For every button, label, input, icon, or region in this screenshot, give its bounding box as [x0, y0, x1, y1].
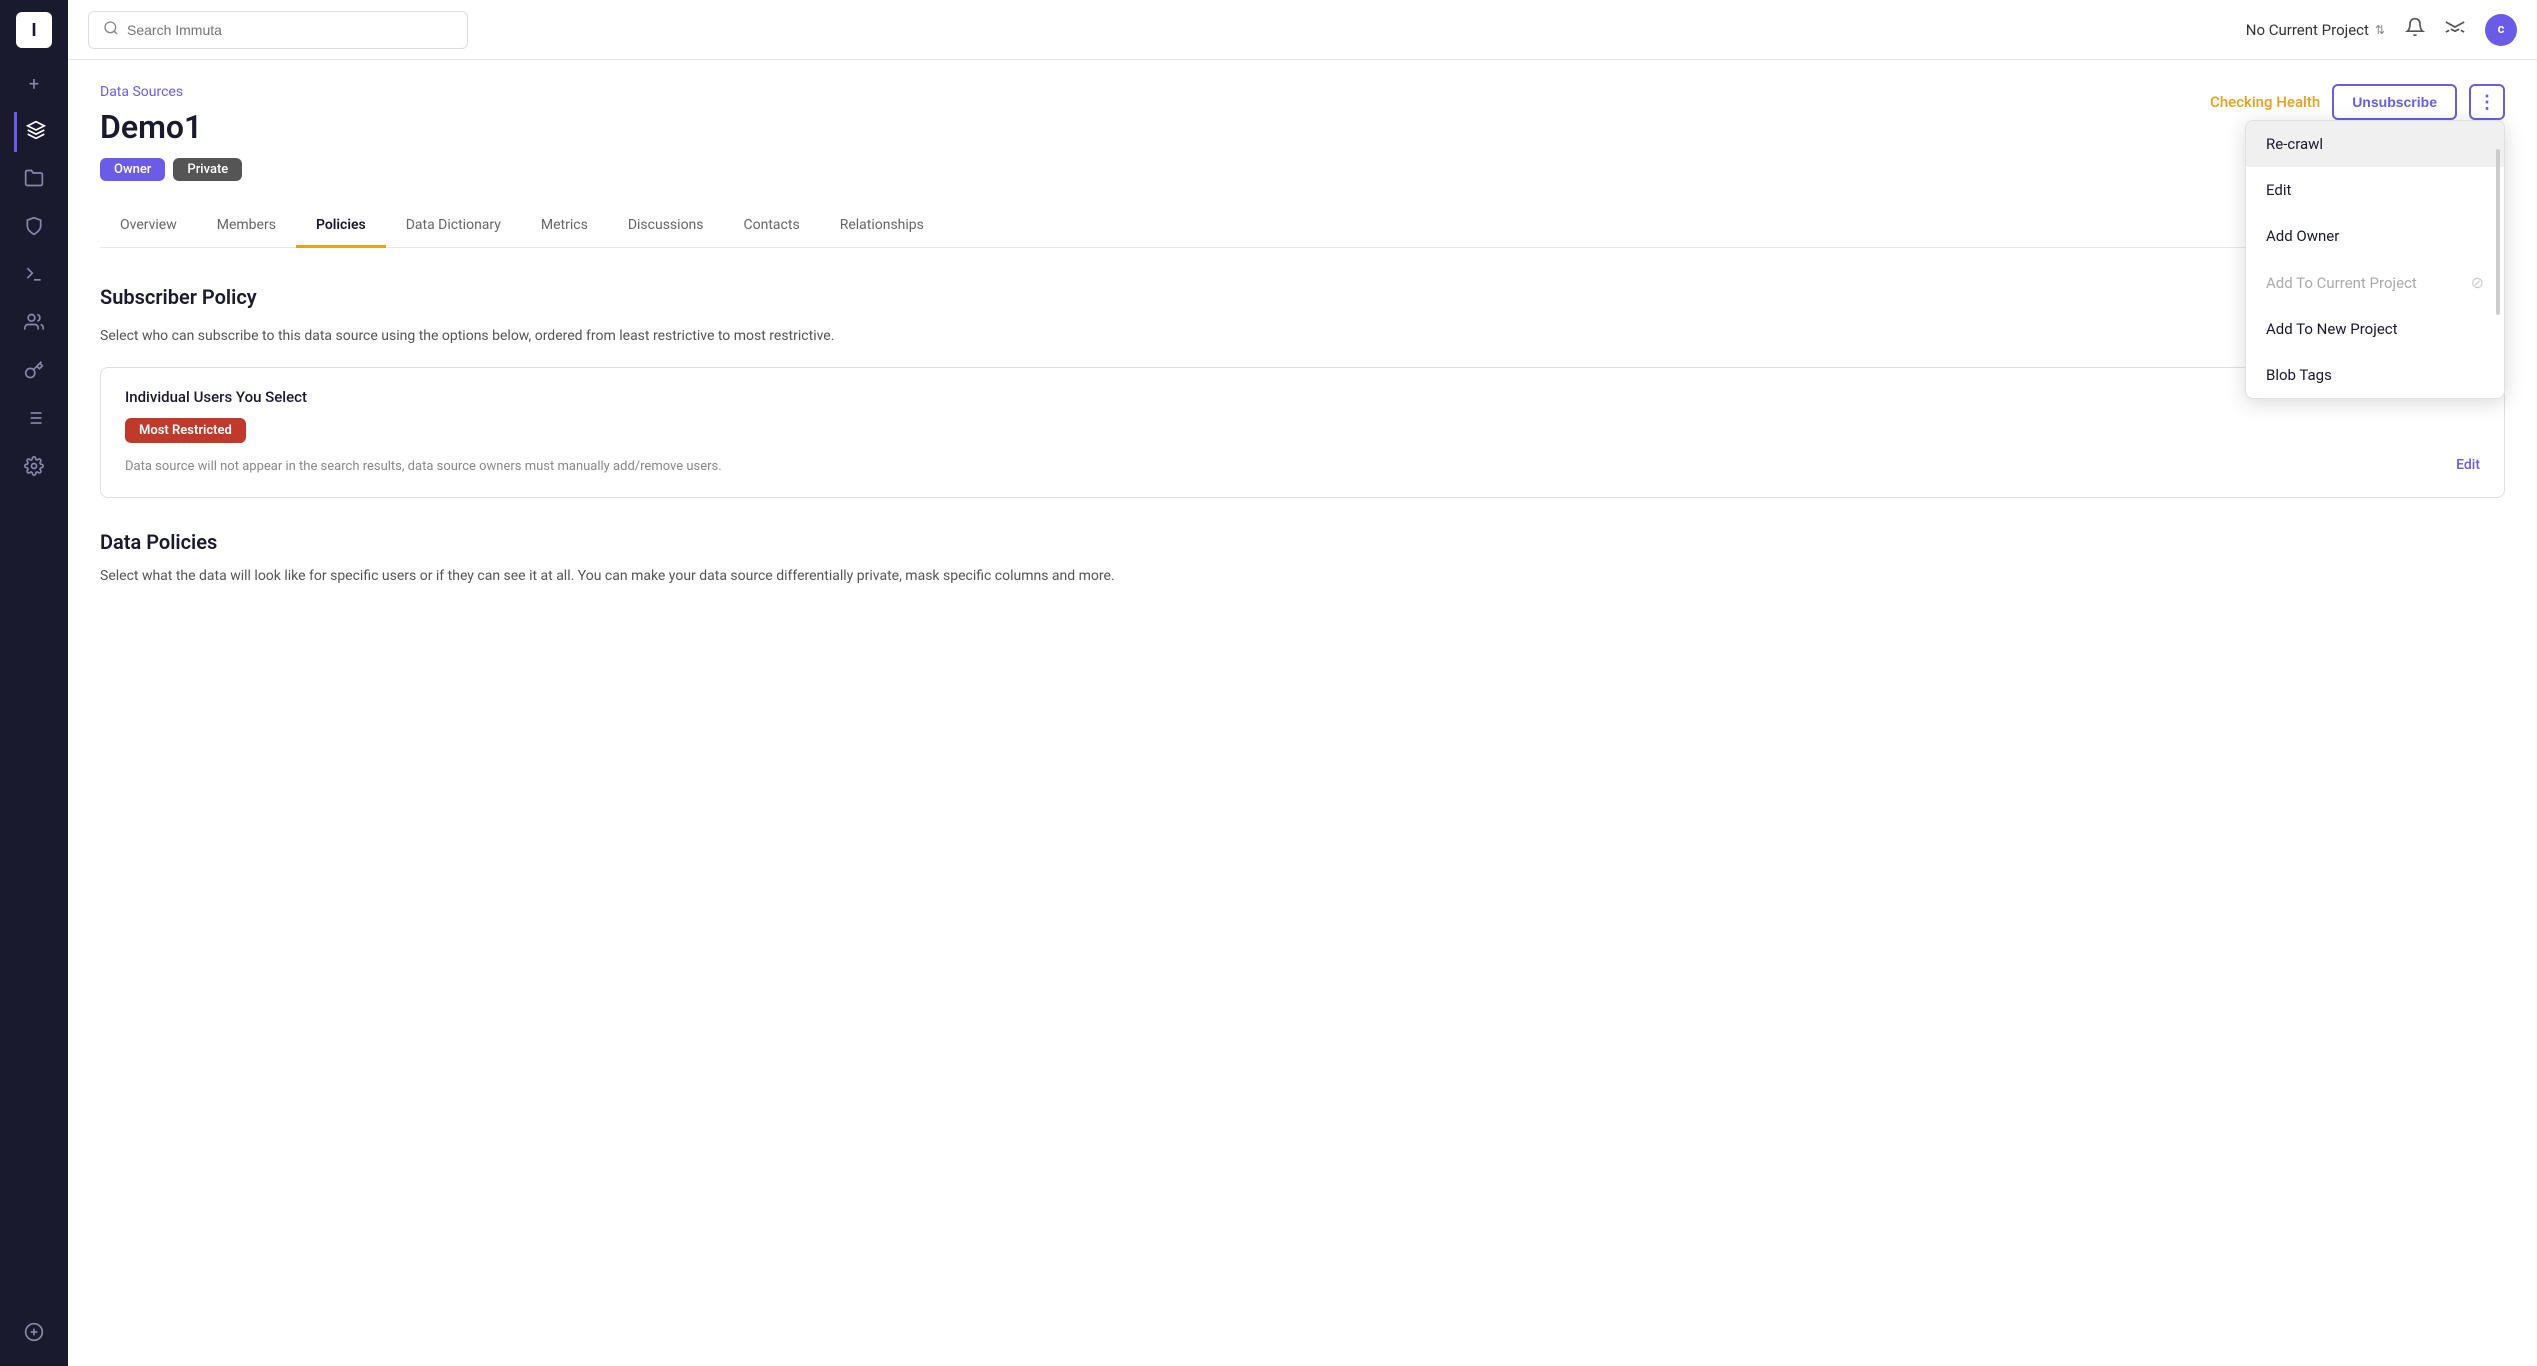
tab-discussions[interactable]: Discussions: [608, 205, 724, 248]
folder-icon: [24, 168, 44, 193]
dropdown-item-blob-tags[interactable]: Blob Tags: [2246, 352, 2504, 398]
unsubscribe-button[interactable]: Unsubscribe: [2332, 84, 2457, 120]
sidebar-logo[interactable]: I: [16, 12, 52, 48]
search-input[interactable]: [127, 22, 453, 38]
topbar: No Current Project ⇅ c: [68, 0, 2537, 60]
avatar[interactable]: c: [2485, 14, 2517, 46]
data-policies-desc: Select what the data will look like for …: [100, 566, 2505, 587]
page: Checking Health Unsubscribe ⋮ Data Sourc…: [68, 60, 2537, 1366]
search-icon: [103, 20, 119, 40]
sidebar-item-key[interactable]: [14, 352, 54, 392]
page-header-actions: Checking Health Unsubscribe ⋮: [2210, 84, 2505, 120]
project-selector[interactable]: No Current Project ⇅: [2246, 21, 2385, 39]
project-label: No Current Project: [2246, 21, 2369, 39]
sidebar: I +: [0, 0, 68, 1366]
breadcrumb[interactable]: Data Sources: [100, 84, 2505, 100]
disabled-circle-icon: ⊘: [2471, 273, 2484, 292]
subscriber-policy-header: Subscriber Policy Apply Existing: [100, 280, 2505, 314]
tabs: Overview Members Policies Data Dictionar…: [100, 205, 2505, 248]
policy-card-description: Data source will not appear in the searc…: [125, 457, 722, 477]
subscriber-policy-desc: Select who can subscribe to this data so…: [100, 326, 2505, 347]
terminal-icon: [24, 264, 44, 289]
tab-contacts[interactable]: Contacts: [724, 205, 820, 248]
sidebar-item-folder[interactable]: [14, 160, 54, 200]
add-to-current-project-label: Add To Current Project: [2266, 274, 2417, 292]
sidebar-item-plus-circle[interactable]: [14, 1314, 54, 1354]
dropdown-item-recrawl[interactable]: Re-crawl: [2246, 121, 2504, 167]
topbar-right: No Current Project ⇅ c: [2246, 14, 2517, 46]
dropdown-item-add-to-current-project: Add To Current Project ⊘: [2246, 259, 2504, 306]
dropdown-item-edit[interactable]: Edit: [2246, 167, 2504, 213]
checking-health-label: Checking Health: [2210, 93, 2320, 111]
sidebar-item-settings[interactable]: [14, 448, 54, 488]
owner-badge: Owner: [100, 158, 165, 181]
tab-metrics[interactable]: Metrics: [521, 205, 608, 248]
dropdown-item-add-to-new-project[interactable]: Add To New Project: [2246, 306, 2504, 352]
policy-card-footer: Data source will not appear in the searc…: [125, 457, 2480, 477]
tab-data-dictionary[interactable]: Data Dictionary: [386, 205, 521, 248]
list-icon: [24, 408, 44, 433]
badge-row: Owner Private: [100, 158, 2505, 181]
tab-members[interactable]: Members: [197, 205, 296, 248]
users-icon: [24, 312, 44, 337]
sidebar-item-add[interactable]: +: [14, 64, 54, 104]
sidebar-item-terminal[interactable]: [14, 256, 54, 296]
chevron-up-down-icon: ⇅: [2375, 23, 2385, 37]
policy-card-title: Individual Users You Select: [125, 388, 2480, 406]
broadcast-icon[interactable]: [2445, 17, 2465, 42]
data-policies-title: Data Policies: [100, 530, 2505, 554]
edit-policy-link[interactable]: Edit: [2456, 457, 2480, 473]
layers-icon: [26, 120, 46, 145]
dropdown-item-add-owner[interactable]: Add Owner: [2246, 213, 2504, 259]
sidebar-item-shield[interactable]: [14, 208, 54, 248]
sidebar-item-layers[interactable]: [14, 112, 54, 152]
subscriber-policy-title: Subscriber Policy: [100, 285, 257, 309]
add-icon: +: [29, 74, 39, 95]
main-content: No Current Project ⇅ c Check: [68, 0, 2537, 1366]
sidebar-item-list[interactable]: [14, 400, 54, 440]
dropdown-menu: Re-crawl Edit Add Owner Add To Current P…: [2245, 120, 2505, 399]
most-restricted-badge: Most Restricted: [125, 418, 246, 443]
sidebar-item-users[interactable]: [14, 304, 54, 344]
tab-relationships[interactable]: Relationships: [820, 205, 944, 248]
private-badge: Private: [173, 158, 242, 181]
shield-icon: [24, 216, 44, 241]
more-options-button[interactable]: ⋮: [2469, 84, 2505, 120]
search-box[interactable]: [88, 11, 468, 49]
tab-policies[interactable]: Policies: [296, 205, 386, 248]
settings-icon: [24, 456, 44, 481]
dropdown-scrollbar[interactable]: [2496, 149, 2500, 315]
page-title: Demo1: [100, 108, 2505, 146]
policy-card: Individual Users You Select Most Restric…: [100, 367, 2505, 498]
notification-bell-icon[interactable]: [2405, 17, 2425, 42]
tab-overview[interactable]: Overview: [100, 205, 197, 248]
key-icon: [24, 360, 44, 385]
plus-circle-icon: [24, 1322, 44, 1347]
